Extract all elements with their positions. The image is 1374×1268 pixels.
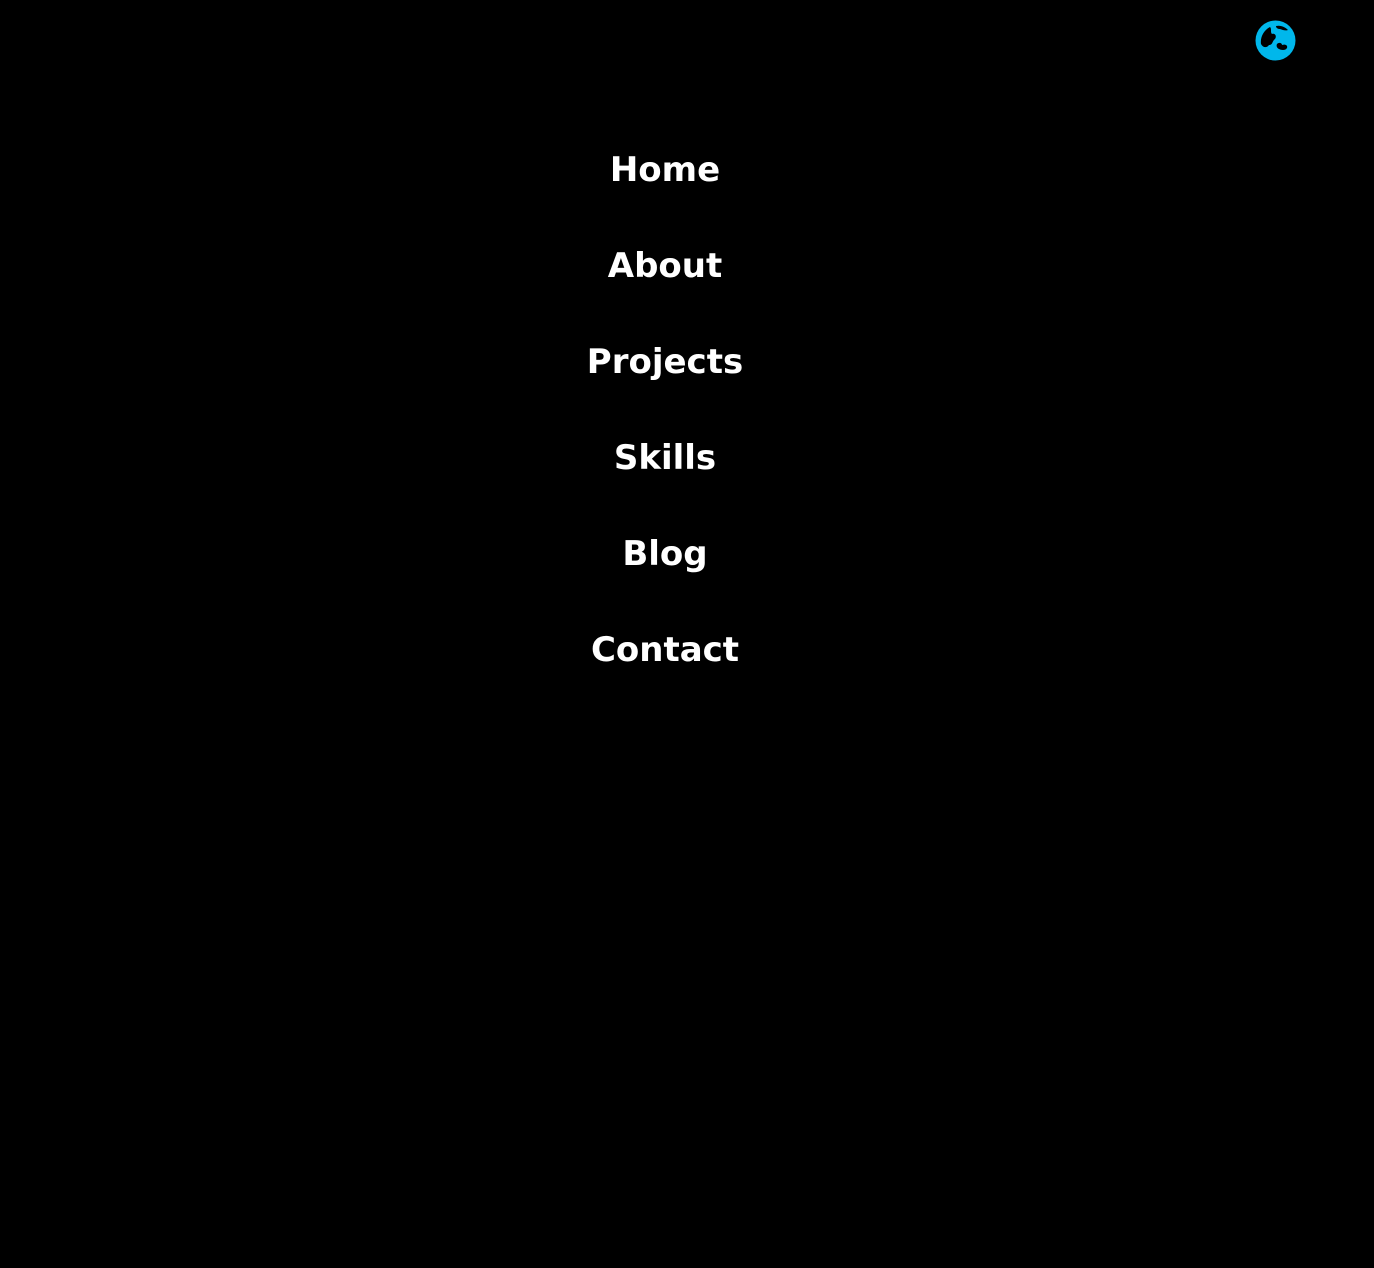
nav-link-projects[interactable]: Projects <box>587 330 743 394</box>
nav-item-home: Home <box>0 138 1330 234</box>
nav-item-about: About <box>0 234 1330 330</box>
nav-item-skills: Skills <box>0 426 1330 522</box>
nav-link-skills[interactable]: Skills <box>614 426 716 490</box>
globe-icon <box>1255 20 1296 61</box>
nav-link-contact[interactable]: Contact <box>591 618 739 682</box>
nav-item-projects: Projects <box>0 330 1330 426</box>
nav-link-home[interactable]: Home <box>610 138 720 202</box>
nav-list: Home About Projects Skills Blog Contact <box>0 138 1330 714</box>
nav-link-blog[interactable]: Blog <box>622 522 707 586</box>
language-toggle-button[interactable] <box>1255 20 1296 61</box>
nav-item-contact: Contact <box>0 618 1330 714</box>
nav-item-blog: Blog <box>0 522 1330 618</box>
nav-link-about[interactable]: About <box>608 234 722 298</box>
